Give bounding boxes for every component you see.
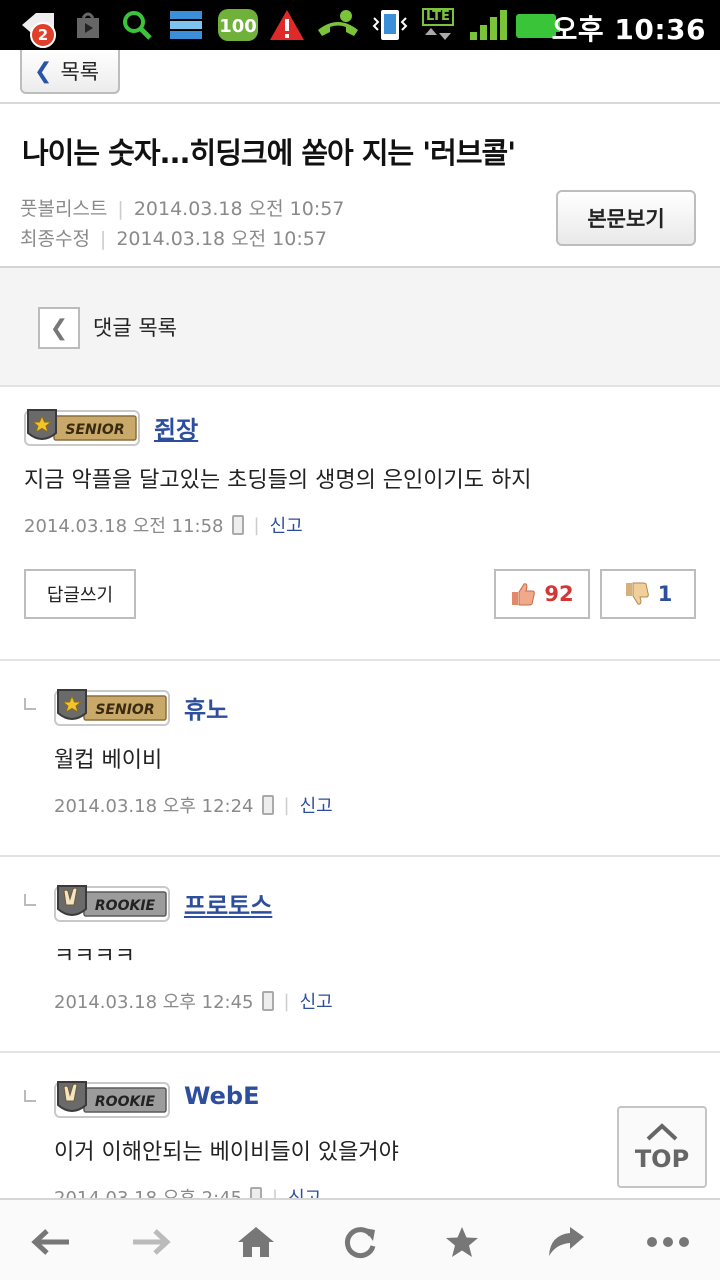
comment-meta: 2014.03.18 오후 12:24 | 신고 xyxy=(54,792,333,818)
mobile-icon xyxy=(231,515,244,535)
like-button[interactable]: 92 xyxy=(494,569,590,619)
data-transfer-icon xyxy=(168,6,204,44)
browser-toolbar xyxy=(0,1198,720,1280)
clock: 오후 10:36 xyxy=(551,13,706,46)
scroll-to-top-label: TOP xyxy=(634,1145,690,1173)
reply-indicator-icon xyxy=(24,1090,36,1102)
top-nav: ❮ 목록 xyxy=(0,50,720,104)
article-source: 풋볼리스트 xyxy=(20,198,108,220)
bookmark-star-icon[interactable] xyxy=(440,1220,484,1264)
comment-username[interactable]: WebE xyxy=(184,1082,259,1110)
home-icon[interactable] xyxy=(234,1220,278,1264)
vibrate-icon xyxy=(368,6,412,44)
comment-text: 월컵 베이비 xyxy=(54,748,163,773)
comment-time: 2014.03.18 오전 11:58 xyxy=(24,516,224,537)
comment-list-back-button[interactable]: ❮ xyxy=(38,307,80,349)
article-meta-posted: 풋볼리스트 | 2014.03.18 오전 10:57 xyxy=(20,198,345,220)
mobile-icon xyxy=(261,991,274,1011)
comment-text: 이거 이해안되는 베이비들이 있을거야 xyxy=(54,1140,399,1165)
article-edit-label: 최종수정 xyxy=(20,228,90,250)
comment-time: 2014.03.18 오후 12:24 xyxy=(54,796,254,817)
rookie-rank-badge: ROOKIE xyxy=(54,1079,172,1121)
chevron-up-icon xyxy=(646,1123,678,1141)
comment-text: ㅋㅋㅋㅋ xyxy=(54,944,135,969)
battery-label: 100 xyxy=(219,16,257,37)
divider xyxy=(0,855,720,857)
senior-rank-badge: SENIOR xyxy=(24,407,142,449)
notification-count-badge: 2 xyxy=(30,22,56,48)
chevron-left-icon: ❮ xyxy=(49,315,69,341)
reply-button[interactable]: 답글쓰기 xyxy=(24,569,136,619)
back-to-list-button[interactable]: ❮ 목록 xyxy=(20,50,120,94)
reply-indicator-icon xyxy=(24,698,36,710)
divider xyxy=(0,1051,720,1053)
senior-rank-badge: SENIOR xyxy=(54,687,172,729)
rank-label: ROOKIE xyxy=(95,1094,156,1110)
forward-arrow-icon[interactable] xyxy=(130,1220,174,1264)
report-link[interactable]: 신고 xyxy=(270,512,303,538)
status-bar: 2 100 LTE 오후 10:36 xyxy=(0,0,720,50)
back-arrow-icon[interactable] xyxy=(28,1220,72,1264)
comment-username[interactable]: 휴노 xyxy=(184,690,228,725)
back-to-list-label: 목록 xyxy=(60,60,100,84)
comment-list-label: 댓글 목록 xyxy=(93,316,177,340)
article-edited-time: 2014.03.18 오전 10:57 xyxy=(116,228,327,250)
battery-status-icon: 100 xyxy=(214,6,262,44)
lte-icon: LTE xyxy=(420,6,456,44)
thumbs-up-icon xyxy=(512,583,536,606)
share-icon[interactable] xyxy=(544,1220,588,1264)
chevron-left-icon: ❮ xyxy=(34,58,53,84)
comment-time: 2014.03.18 오후 12:45 xyxy=(54,992,254,1013)
lte-label: LTE xyxy=(422,8,454,26)
comment-username[interactable]: 쥔장 xyxy=(154,410,198,445)
search-icon xyxy=(120,6,154,44)
store-icon xyxy=(74,6,102,44)
rookie-rank-badge: ROOKIE xyxy=(54,883,172,925)
mobile-icon xyxy=(261,795,274,815)
dislike-button[interactable]: 1 xyxy=(600,569,696,619)
view-article-button[interactable]: 본문보기 xyxy=(556,190,696,246)
rank-label: SENIOR xyxy=(95,702,154,718)
article-meta-edited: 최종수정 | 2014.03.18 오전 10:57 xyxy=(20,228,327,250)
refresh-icon[interactable] xyxy=(338,1220,382,1264)
call-icon xyxy=(316,6,360,44)
thumbs-down-icon xyxy=(625,582,649,605)
dislike-count: 1 xyxy=(657,582,673,606)
scroll-to-top-button[interactable]: TOP xyxy=(617,1106,707,1188)
reply-indicator-icon xyxy=(24,894,36,906)
report-link[interactable]: 신고 xyxy=(300,792,333,818)
signal-strength-icon xyxy=(468,6,512,44)
divider xyxy=(0,659,720,661)
more-icon[interactable] xyxy=(646,1220,690,1264)
comment-meta: 2014.03.18 오전 11:58 | 신고 xyxy=(24,512,303,538)
comment-username[interactable]: 프로토스 xyxy=(184,886,272,921)
report-link[interactable]: 신고 xyxy=(300,988,333,1014)
warning-icon xyxy=(268,6,306,44)
comment-text: 지금 악플을 달고있는 초딩들의 생명의 은인이기도 하지 xyxy=(24,468,532,493)
divider xyxy=(0,385,720,387)
comment-meta: 2014.03.18 오후 12:45 | 신고 xyxy=(54,988,333,1014)
like-count: 92 xyxy=(544,582,574,606)
article-title: 나이는 숫자...히딩크에 쏟아 지는 '러브콜' xyxy=(22,136,516,170)
rank-label: ROOKIE xyxy=(95,898,156,914)
rank-label: SENIOR xyxy=(65,422,124,438)
article-posted-time: 2014.03.18 오전 10:57 xyxy=(133,198,345,220)
comment-list-header: ❮ 댓글 목록 xyxy=(0,268,720,386)
